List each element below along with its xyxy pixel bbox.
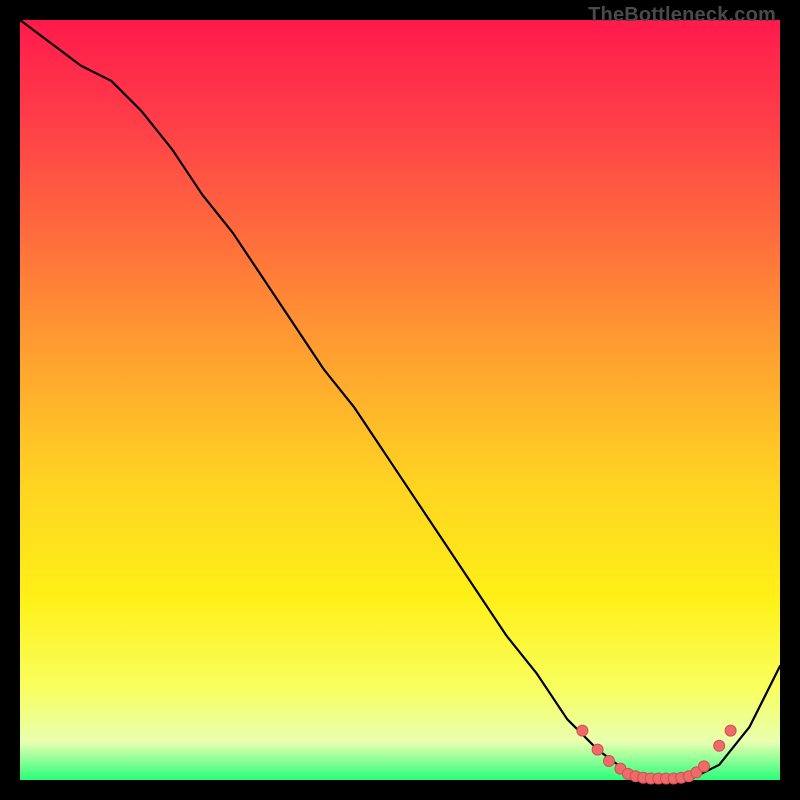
plot-area bbox=[20, 20, 780, 780]
chart-stage: TheBottleneck.com bbox=[0, 0, 800, 800]
plot-svg bbox=[20, 20, 780, 780]
marker-dot bbox=[604, 756, 615, 767]
marker-dot bbox=[592, 744, 603, 755]
marker-dot bbox=[577, 725, 588, 736]
bottleneck-curve bbox=[20, 20, 780, 780]
marker-dot bbox=[699, 761, 710, 772]
marker-dot bbox=[725, 725, 736, 736]
marker-dots bbox=[577, 725, 736, 784]
watermark-text: TheBottleneck.com bbox=[588, 4, 776, 27]
marker-dot bbox=[714, 740, 725, 751]
